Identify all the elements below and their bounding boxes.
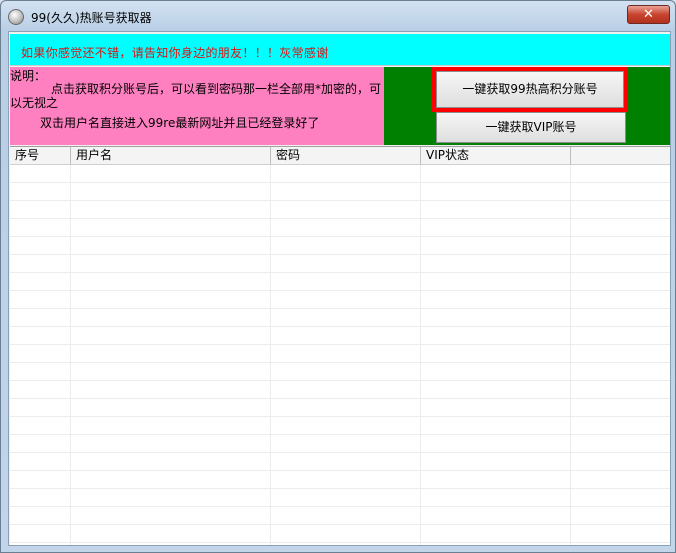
app-icon <box>8 9 24 25</box>
list-rows <box>10 165 670 545</box>
column-header-password[interactable]: 密码 <box>271 147 421 164</box>
grid-line <box>570 165 571 545</box>
column-header-index[interactable]: 序号 <box>10 147 71 164</box>
banner-text: 如果你感觉还不错，请告知你身边的朋友！！！灰常感谢 <box>21 46 329 60</box>
instructions-line-2: 以无视之 <box>10 96 59 110</box>
thanks-banner: 如果你感觉还不错，请告知你身边的朋友！！！灰常感谢 <box>10 34 670 66</box>
title-bar[interactable]: 99(久久)热账号获取器 ✕ <box>1 1 675 31</box>
instructions-line-1: 点击获取积分账号后，可以看到密码那一栏全部用*加密的，可 <box>51 82 382 96</box>
get-99-points-account-button[interactable]: 一键获取99热高积分账号 <box>432 67 628 112</box>
instructions-panel: 说明： 点击获取积分账号后，可以看到密码那一栏全部用*加密的，可 以无视之 双击… <box>10 67 384 145</box>
close-button[interactable]: ✕ <box>627 5 670 24</box>
list-header: 序号 用户名 密码 VIP状态 <box>10 147 670 165</box>
get-vip-account-button[interactable]: 一键获取VIP账号 <box>436 112 626 143</box>
column-header-vip-status[interactable]: VIP状态 <box>421 147 571 164</box>
grid-line <box>420 165 421 545</box>
client-area: 如果你感觉还不错，请告知你身边的朋友！！！灰常感谢 说明： 点击获取积分账号后，… <box>8 31 671 546</box>
accounts-list[interactable]: 序号 用户名 密码 VIP状态 <box>10 146 670 545</box>
app-window: 99(久久)热账号获取器 ✕ 如果你感觉还不错，请告知你身边的朋友！！！灰常感谢… <box>0 0 676 553</box>
grid-line <box>70 165 71 545</box>
column-header-filler <box>571 147 670 164</box>
instructions-label: 说明： <box>10 69 47 83</box>
grid-line <box>270 165 271 545</box>
column-header-username[interactable]: 用户名 <box>71 147 271 164</box>
button-panel: 一键获取99热高积分账号 一键获取VIP账号 <box>384 67 670 145</box>
window-title: 99(久久)热账号获取器 <box>31 11 152 25</box>
instructions-line-3: 双击用户名直接进入99re最新网址并且已经登录好了 <box>40 116 320 130</box>
